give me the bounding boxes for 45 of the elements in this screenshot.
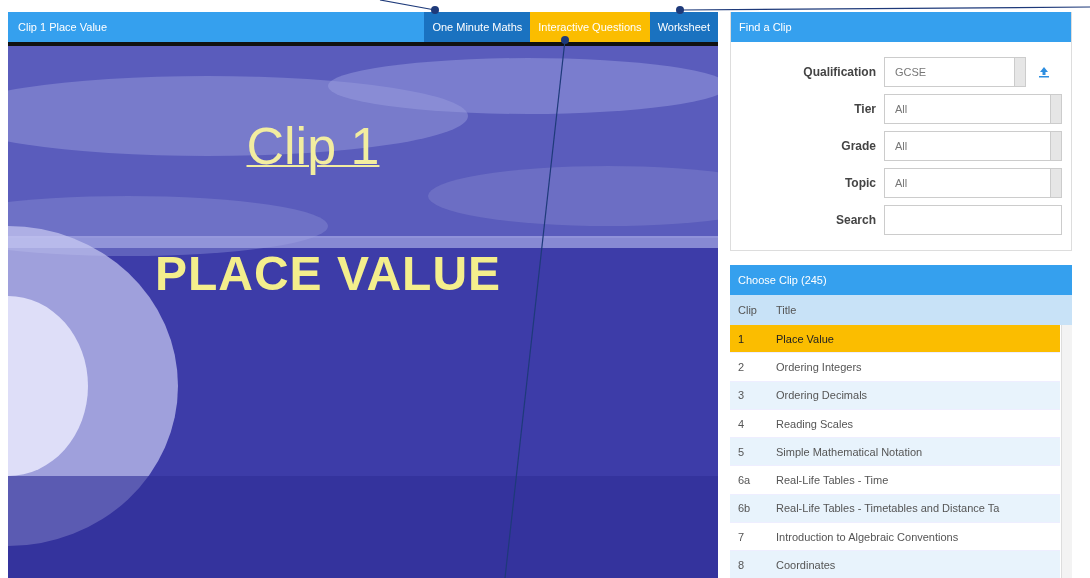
table-cell-text: 8 bbox=[737, 559, 746, 571]
table-cell: Reading Scales bbox=[776, 417, 854, 430]
field-label: Grade bbox=[840, 139, 876, 153]
table-cell-text: 1 bbox=[737, 332, 746, 345]
dropdown[interactable]: All bbox=[884, 94, 1062, 124]
table-row[interactable]: 5 Simple Mathematical Notation bbox=[730, 438, 1060, 467]
table-row[interactable]: 3 Ordering Decimals bbox=[730, 381, 1060, 410]
table-cell: Real-Life Tables - Timetables and Distance Ta bbox=[776, 502, 1000, 515]
table-row[interactable]: 6b Real-Life Tables - Timetables and Distance Ta bbox=[730, 494, 1060, 524]
table-row[interactable]: 1 Place Value bbox=[730, 325, 1060, 354]
table-cell-text: 6b bbox=[737, 502, 752, 515]
table-row[interactable]: 8 Coordinates bbox=[730, 551, 1060, 578]
dropdown[interactable]: All bbox=[884, 131, 1062, 161]
dropdown[interactable]: All bbox=[884, 168, 1062, 198]
table-cell: Simple Mathematical Notation bbox=[776, 445, 923, 458]
table-cell: Ordering Decimals bbox=[776, 389, 868, 402]
scrollbar[interactable] bbox=[1061, 325, 1072, 578]
table-cell: Ordering Integers bbox=[776, 360, 862, 373]
field-label: Topic bbox=[843, 176, 876, 190]
table-cell-text: 5 bbox=[737, 445, 746, 458]
panel-title: Find a Clip bbox=[731, 12, 1071, 42]
panel-title: Choose Clip (245) bbox=[730, 265, 1072, 295]
field-label: Qualification bbox=[802, 65, 876, 79]
table-cell: Place Value bbox=[776, 332, 834, 345]
table-cell: Real-Life Tables - Time bbox=[776, 474, 889, 487]
table-cell-text: 2 bbox=[737, 360, 746, 373]
dropdown[interactable]: GCSE bbox=[884, 57, 1026, 87]
table-cell-text: 6a bbox=[737, 474, 752, 487]
table-cell-text: 4 bbox=[737, 417, 746, 430]
table-cell-text: 7 bbox=[737, 530, 746, 543]
clip-title: Clip 1 Place Value bbox=[17, 21, 109, 33]
table-cell: Coordinates bbox=[776, 559, 836, 571]
tab[interactable]: Worksheet bbox=[649, 12, 718, 42]
table-cell-text: 3 bbox=[737, 389, 746, 402]
table-cell: Introduction to Algebraic Conventions bbox=[776, 530, 959, 543]
column-header: Clip bbox=[737, 304, 758, 316]
slide-heading: Clip 1 bbox=[246, 116, 380, 176]
tab[interactable]: One Minute Maths bbox=[424, 12, 531, 42]
leader-line bbox=[379, 0, 439, 14]
field-label: Tier bbox=[853, 102, 876, 116]
slide-subtitle: PLACE VALUE bbox=[154, 246, 502, 301]
upload-icon[interactable] bbox=[1038, 66, 1050, 78]
field-label: Search bbox=[834, 213, 876, 227]
search-field[interactable] bbox=[884, 205, 1062, 235]
column-header: Title bbox=[776, 304, 797, 316]
